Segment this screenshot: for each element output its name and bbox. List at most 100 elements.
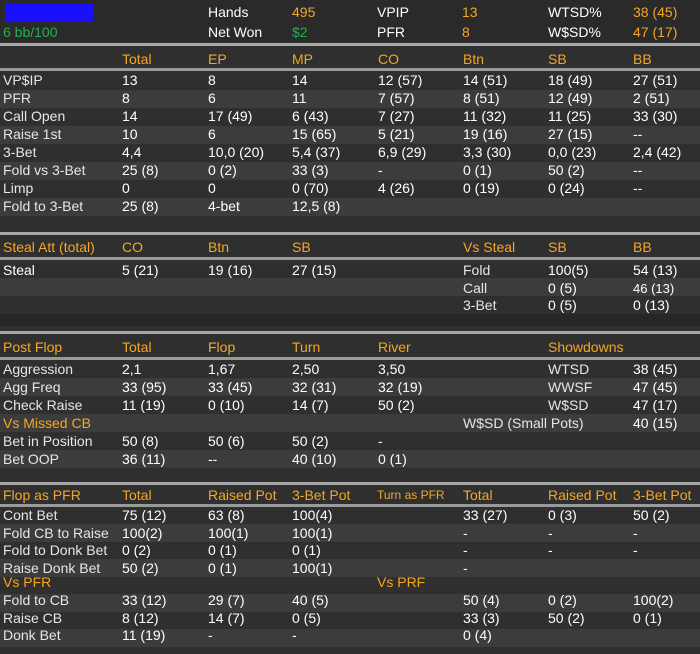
missed-cb-cell: -- bbox=[208, 451, 218, 467]
vs-steal-label: Call bbox=[463, 280, 488, 296]
positional-cell: 6 bbox=[208, 126, 216, 142]
flop-pfr-cell: 100(4) bbox=[292, 507, 333, 523]
positional-cell: 4-bet bbox=[208, 198, 240, 214]
turn-pfr-cell: - bbox=[463, 542, 468, 558]
wtsd-value: 38 (45) bbox=[633, 4, 678, 20]
row-bg bbox=[0, 629, 700, 647]
positional-cell: 0 (70) bbox=[292, 180, 329, 196]
header-underline bbox=[0, 357, 700, 360]
positional-cell: 19 (16) bbox=[463, 126, 508, 142]
postflop-row-label: Aggression bbox=[3, 361, 74, 377]
positional-cell: 8 (51) bbox=[463, 90, 500, 106]
vs-steal-header-bb: BB bbox=[633, 239, 652, 255]
positional-cell: 0,0 (23) bbox=[548, 144, 597, 160]
missed-cb-cell: 50 (6) bbox=[208, 433, 245, 449]
postflop-cell: 50 (2) bbox=[378, 397, 415, 413]
positional-cell: 33 (30) bbox=[633, 108, 678, 124]
pfr-label: PFR bbox=[377, 24, 405, 40]
vs-pfr-title: Vs PFR bbox=[3, 574, 52, 590]
positional-cell: 25 (8) bbox=[122, 162, 159, 178]
positional-row-label: VP$IP bbox=[3, 72, 43, 88]
positional-cell: 25 (8) bbox=[122, 198, 159, 214]
postflop-cell: 3,50 bbox=[378, 361, 406, 377]
vs-pfr-cell: 11 (19) bbox=[122, 627, 166, 643]
positional-cell: 0 (2) bbox=[208, 162, 237, 178]
positional-cell: 11 bbox=[292, 90, 307, 106]
turn-pfr-cell: 33 (27) bbox=[463, 507, 508, 523]
col-header-btn: Btn bbox=[463, 51, 485, 67]
positional-cell: 11 (25) bbox=[548, 108, 592, 124]
netwon-label: Net Won bbox=[208, 24, 263, 40]
positional-cell: 12 (57) bbox=[378, 72, 423, 88]
vs-prf-cell: 100(2) bbox=[633, 592, 674, 608]
positional-cell: 15 (65) bbox=[292, 126, 337, 142]
postflop-row-label: Check Raise bbox=[3, 397, 83, 413]
positional-cell: 11 (32) bbox=[463, 108, 507, 124]
vs-steal-cell: 0 (5) bbox=[548, 280, 577, 296]
row-bg bbox=[0, 90, 700, 108]
row-bg bbox=[0, 378, 700, 396]
positional-cell: 0 (1) bbox=[463, 162, 492, 178]
positional-cell: 4,4 bbox=[122, 144, 142, 160]
postflop-cell: 14 (7) bbox=[292, 397, 329, 413]
vs-pfr-cell: 14 (7) bbox=[208, 609, 245, 626]
showdown-value: 47 (17) bbox=[633, 397, 678, 413]
positional-cell: 6 (43) bbox=[292, 108, 329, 124]
steal-cell: 19 (16) bbox=[208, 262, 253, 278]
missed-cb-row-label: Bet in Position bbox=[3, 433, 93, 449]
postflop-cell: 33 (45) bbox=[208, 379, 253, 395]
flop-pfr-row-label: Raise Donk Bet bbox=[3, 559, 101, 576]
stakes-text: 6 bb/100 bbox=[3, 24, 58, 40]
col-header-sb: SB bbox=[548, 51, 567, 67]
vs-pfr-row-label: Fold to CB bbox=[3, 592, 70, 608]
postflop-header: Flop bbox=[208, 339, 236, 355]
showdown-value: 38 (45) bbox=[633, 361, 678, 377]
positional-cell: 8 bbox=[122, 90, 130, 106]
missed-cb-cell: 0 (1) bbox=[378, 451, 407, 467]
wtsd-label: WTSD% bbox=[548, 4, 602, 20]
flop-pfr-cell: 100(1) bbox=[292, 524, 333, 541]
postflop-cell: 32 (19) bbox=[378, 379, 423, 395]
row-bg bbox=[0, 278, 700, 296]
flop-pfr-cell: 0 (1) bbox=[292, 542, 321, 558]
row-bg bbox=[0, 594, 700, 612]
row-bg bbox=[0, 126, 700, 144]
steal-title: Steal Att (total) bbox=[3, 239, 95, 255]
positional-row-label: Call Open bbox=[3, 108, 66, 124]
showdown-label: W$SD bbox=[548, 397, 589, 413]
vs-prf-cell: 0 (2) bbox=[548, 592, 577, 608]
pfr-value: 8 bbox=[462, 24, 470, 40]
positional-row-label: 3-Bet bbox=[3, 144, 37, 160]
positional-cell: 27 (15) bbox=[548, 126, 593, 142]
vs-pfr-cell: 29 (7) bbox=[208, 592, 245, 608]
flop-pfr-row-label: Fold CB to Raise bbox=[3, 524, 109, 541]
positional-row-label: PFR bbox=[3, 90, 31, 106]
vs-steal-label: Fold bbox=[463, 262, 491, 278]
vs-prf-cell: 33 (3) bbox=[463, 609, 500, 626]
header-underline bbox=[0, 68, 700, 71]
vs-steal-cell: 0 (13) bbox=[633, 297, 670, 313]
positional-cell: 12 (49) bbox=[548, 90, 593, 106]
steal-cell: 5 (21) bbox=[122, 262, 159, 278]
postflop-header: Total bbox=[122, 339, 152, 355]
separator bbox=[0, 482, 700, 485]
positional-cell: 8 bbox=[208, 72, 216, 88]
flop-pfr-cell: 100(1) bbox=[292, 559, 333, 576]
positional-cell: 0 (19) bbox=[463, 180, 500, 196]
flop-pfr-row-label: Cont Bet bbox=[3, 507, 58, 523]
flop-pfr-cell: 0 (1) bbox=[208, 542, 237, 558]
turn-pfr-header: Total bbox=[463, 487, 493, 503]
missed-cb-cell: 50 (8) bbox=[122, 433, 159, 449]
missed-cb-row-label: Bet OOP bbox=[3, 451, 60, 467]
flop-pfr-cell: 0 (2) bbox=[122, 542, 151, 558]
flop-pfr-cell: 100(2) bbox=[122, 524, 163, 541]
positional-cell: 7 (27) bbox=[378, 108, 415, 124]
positional-cell: 5 (21) bbox=[378, 126, 415, 142]
positional-cell: 7 (57) bbox=[378, 90, 415, 106]
positional-cell: 33 (3) bbox=[292, 162, 329, 178]
missed-cb-cell: 36 (11) bbox=[122, 451, 166, 467]
steal-header-co: CO bbox=[122, 239, 143, 255]
vs-pfr-row-label: Donk Bet bbox=[3, 627, 61, 643]
postflop-cell: 32 (31) bbox=[292, 379, 337, 395]
positional-cell: 0 bbox=[208, 180, 216, 196]
